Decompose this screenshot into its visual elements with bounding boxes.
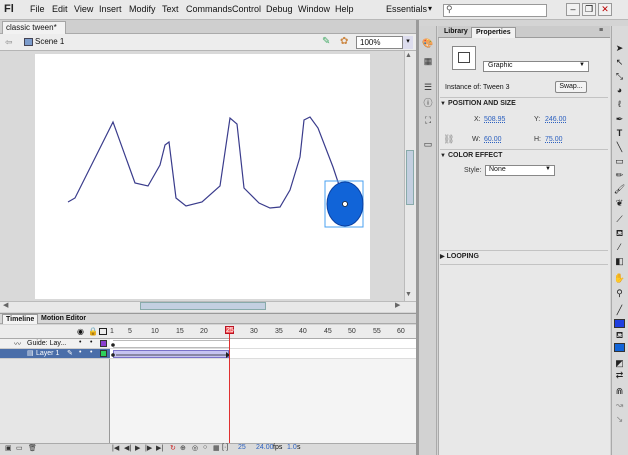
- eraser-tool-icon[interactable]: ◧: [612, 255, 627, 268]
- info-panel-icon[interactable]: ⓘ: [421, 96, 435, 110]
- align-panel-icon[interactable]: ☰: [421, 80, 435, 94]
- chevron-down-icon[interactable]: ▾: [428, 4, 432, 13]
- deco-tool-icon[interactable]: ❦: [612, 197, 627, 210]
- triangle-right-icon: ▶: [440, 254, 445, 260]
- eyedropper-tool-icon[interactable]: ⁄: [612, 241, 627, 254]
- triangle-down-icon: ▼: [440, 153, 446, 159]
- minimize-button[interactable]: –: [566, 3, 580, 16]
- h-label: H:: [534, 136, 541, 143]
- current-frame[interactable]: 25: [238, 444, 246, 451]
- zoom-tool-icon[interactable]: ⚲: [612, 287, 627, 300]
- swap-button[interactable]: Swap...: [555, 81, 587, 93]
- components-panel-icon[interactable]: ▭: [421, 137, 435, 151]
- x-label: X:: [474, 116, 481, 123]
- straighten-icon[interactable]: ↘: [612, 413, 627, 426]
- symbol-behavior-select[interactable]: Graphic: [483, 61, 589, 72]
- stroke-color-icon[interactable]: ╱: [612, 304, 627, 317]
- x-value[interactable]: 508.95: [484, 116, 505, 123]
- section-color-effect[interactable]: ▼ COLOR EFFECT: [440, 152, 608, 163]
- fill-color-swatch[interactable]: [614, 343, 625, 352]
- section-looping[interactable]: ▶ LOOPING: [440, 253, 608, 264]
- section-title: POSITION AND SIZE: [447, 100, 516, 107]
- instance-of-value: Tween 3: [483, 84, 510, 91]
- chevron-down-icon[interactable]: ▼: [579, 62, 585, 68]
- line-tool-icon[interactable]: ╲: [612, 141, 627, 154]
- section-position-size[interactable]: ▼ POSITION AND SIZE: [440, 100, 608, 111]
- subselection-tool-icon[interactable]: ↖: [612, 56, 627, 69]
- tab-properties[interactable]: Properties: [471, 27, 516, 38]
- new-folder-icon[interactable]: ▭: [16, 444, 23, 452]
- restore-button[interactable]: ❐: [582, 3, 596, 16]
- delete-layer-icon[interactable]: 🗑: [28, 444, 37, 452]
- rectangle-tool-icon[interactable]: ▭: [612, 155, 627, 168]
- paint-bucket-tool-icon[interactable]: ⛾: [612, 227, 627, 240]
- help-search-input[interactable]: [443, 4, 547, 17]
- w-value[interactable]: 60.00: [484, 136, 502, 143]
- snap-to-objects-icon[interactable]: ⋒: [612, 385, 627, 398]
- instance-of-caption: Instance of:: [445, 84, 482, 91]
- swatches-panel-icon[interactable]: ▦: [421, 54, 435, 68]
- tab-library[interactable]: Library: [440, 27, 472, 38]
- style-label: Style:: [464, 167, 482, 174]
- go-to-first-frame-icon[interactable]: |◀: [112, 444, 119, 452]
- onion-skin-icon[interactable]: ◎: [192, 444, 198, 452]
- panel-menu-icon[interactable]: ≡: [599, 27, 603, 34]
- edit-multiple-frames-icon[interactable]: ▦: [213, 444, 220, 452]
- swap-colors-icon[interactable]: ⇄: [612, 369, 627, 382]
- playhead-line: [229, 326, 230, 444]
- onion-outlines-icon[interactable]: ○: [203, 444, 207, 451]
- center-frame-icon[interactable]: ⊕: [180, 444, 186, 452]
- divider: [440, 149, 608, 150]
- divider: [440, 264, 608, 265]
- chain-link-icon[interactable]: ⛓: [443, 134, 454, 145]
- frame-rate[interactable]: 24.00: [256, 444, 274, 451]
- timeline-footer: [0, 443, 416, 455]
- 3d-rotation-tool-icon[interactable]: ◕: [612, 84, 627, 97]
- smooth-icon[interactable]: ↝: [612, 399, 627, 412]
- color-panel-icon[interactable]: 🎨: [421, 36, 435, 50]
- transform-panel-icon[interactable]: ⛶: [421, 113, 435, 127]
- search-icon: ⚲: [446, 4, 453, 14]
- current-frame-tick: 25: [226, 327, 234, 334]
- play-icon[interactable]: ▶: [135, 444, 140, 452]
- elapsed-unit: s: [297, 444, 301, 451]
- step-back-icon[interactable]: ◀|: [124, 444, 131, 452]
- graphic-symbol-icon: [458, 52, 470, 63]
- text-tool-icon[interactable]: T: [612, 127, 627, 140]
- go-to-last-frame-icon[interactable]: ▶|: [156, 444, 163, 452]
- instance-of-label: Instance of: Tween 3: [445, 84, 510, 91]
- new-layer-icon[interactable]: ▣: [5, 444, 12, 452]
- bone-tool-icon[interactable]: ⟋: [612, 213, 627, 226]
- w-label: W:: [472, 136, 481, 143]
- y-label: Y:: [534, 116, 541, 123]
- brush-tool-icon[interactable]: 🖌: [612, 183, 627, 196]
- chevron-down-icon[interactable]: ▼: [545, 166, 551, 172]
- divider: [440, 97, 608, 98]
- loop-icon[interactable]: ↻: [170, 444, 176, 452]
- step-forward-icon[interactable]: |▶: [145, 444, 152, 452]
- selection-tool-icon[interactable]: ➤: [612, 42, 627, 55]
- hand-tool-icon[interactable]: ✋: [612, 272, 627, 285]
- tween-arrow: [111, 343, 230, 358]
- triangle-down-icon: ▼: [440, 101, 446, 107]
- section-title: LOOPING: [446, 253, 479, 260]
- section-title: COLOR EFFECT: [447, 152, 503, 159]
- h-value[interactable]: 75.00: [545, 136, 563, 143]
- pencil-tool-icon[interactable]: ✏: [612, 169, 627, 182]
- divider: [440, 250, 608, 251]
- y-value[interactable]: 246.00: [545, 116, 566, 123]
- elapsed-time: 1.0: [287, 444, 297, 451]
- stroke-color-swatch[interactable]: [614, 319, 625, 328]
- lasso-tool-icon[interactable]: ℓ: [612, 98, 627, 111]
- close-button[interactable]: ✕: [598, 3, 612, 16]
- pen-tool-icon[interactable]: ✒: [612, 113, 627, 126]
- fill-color-icon[interactable]: ⛾: [612, 329, 627, 342]
- free-transform-tool-icon[interactable]: ⤡: [612, 70, 627, 83]
- fps-unit: fps: [273, 444, 283, 451]
- modify-markers-icon[interactable]: [·]: [222, 444, 228, 451]
